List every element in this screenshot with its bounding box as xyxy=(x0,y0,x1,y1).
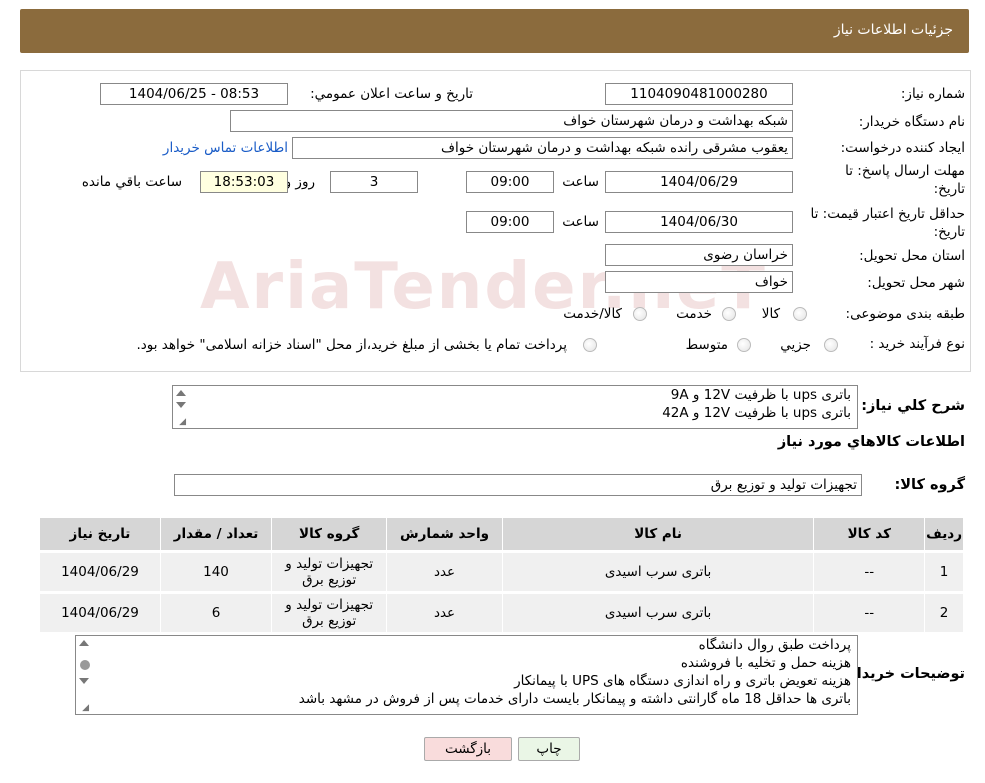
cell-unit: عدد xyxy=(386,592,503,635)
goods-group-label: گروه کالا: xyxy=(894,477,965,493)
table-row[interactable]: 1 -- باتری سرب اسیدی عدد تجهیزات تولید و… xyxy=(39,551,964,594)
category-radio-both[interactable] xyxy=(633,307,647,321)
cell-row: 2 xyxy=(924,592,964,635)
need-number-label: شماره نیاز: xyxy=(900,86,965,102)
requester-field[interactable]: يعقوب مشرقی رانده شبکه بهداشت و درمان شه… xyxy=(292,137,793,159)
buyer-note-line: هزینه حمل و تخلیه با فروشنده xyxy=(680,655,851,671)
process-radio-treasury[interactable] xyxy=(583,338,597,352)
cell-date: 1404/06/29 xyxy=(39,551,161,594)
validity-date-field[interactable]: 1404/06/30 xyxy=(605,211,793,233)
resize-grip-icon[interactable]: ◢ xyxy=(79,704,89,713)
process-label: نوع فرآيند خريد : xyxy=(869,336,965,352)
buyer-note-line: پرداخت طبق روال دانشگاه xyxy=(698,637,851,653)
buyer-notes-textarea[interactable]: ◢ پرداخت طبق روال دانشگاه هزینه حمل و تخ… xyxy=(75,635,858,715)
validity-label-2: تاريخ: xyxy=(933,224,965,240)
buyer-org-field[interactable]: شبکه بهداشت و درمان شهرستان خواف xyxy=(230,110,793,132)
days-label: روز و xyxy=(284,174,315,190)
deadline-time-field[interactable]: 09:00 xyxy=(466,171,554,193)
description-textarea[interactable]: ◢ باتری ups با ظرفیت 12V و 9A باتری ups … xyxy=(172,385,858,429)
deadline-label: مهلت ارسال پاسخ: تا xyxy=(845,163,965,179)
cell-date: 1404/06/29 xyxy=(39,592,161,635)
need-number-field[interactable]: 1104090481000280 xyxy=(605,83,793,105)
cell-group: تجهیزات تولید و توزیع برق xyxy=(271,551,388,594)
category-option-both: کالا/خدمت xyxy=(563,306,622,322)
city-label: شهر محل تحويل: xyxy=(867,275,965,291)
col-name: نام کالا xyxy=(501,517,815,553)
requester-label: ایجاد کننده درخواست: xyxy=(840,140,965,156)
cell-qty: 6 xyxy=(159,592,273,635)
cell-row: 1 xyxy=(924,551,964,594)
print-button[interactable]: چاپ xyxy=(518,737,580,761)
province-label: استان محل تحويل: xyxy=(859,248,965,264)
process-radio-medium[interactable] xyxy=(737,338,751,352)
buyer-org-label: نام دستگاه خريدار: xyxy=(858,114,965,130)
category-option-service: خدمت xyxy=(676,306,712,322)
cell-code: -- xyxy=(813,592,926,635)
city-field[interactable]: خواف xyxy=(605,271,793,293)
buyer-contact-link[interactable]: اطلاعات تماس خریدار xyxy=(163,140,288,156)
process-option-medium: متوسط xyxy=(685,337,728,353)
page-header: جزئیات اطلاعات نیاز xyxy=(20,9,969,53)
col-qty: تعداد / مقدار xyxy=(159,517,273,553)
buyer-note-line: هزینه تعویض باتری و راه اندازی دستگاه ها… xyxy=(514,673,851,689)
announce-field[interactable]: 1404/06/25 - 08:53 xyxy=(100,83,288,105)
category-label: طبقه بندی موضوعی: xyxy=(845,306,965,322)
process-option-minor: جزيي xyxy=(780,337,811,353)
description-line: باتری ups با ظرفیت 12V و 42A xyxy=(662,405,851,421)
cell-group: تجهیزات تولید و توزیع برق xyxy=(271,592,388,635)
back-button[interactable]: بازگشت xyxy=(424,737,512,761)
table-row[interactable]: 2 -- باتری سرب اسیدی عدد تجهیزات تولید و… xyxy=(39,592,964,635)
description-label: شرح کلي نياز: xyxy=(861,398,965,414)
remaining-time-field[interactable]: 18:53:03 xyxy=(200,171,288,193)
cell-name: باتری سرب اسیدی xyxy=(501,551,815,594)
announce-label: تاریخ و ساعت اعلان عمومي: xyxy=(310,86,473,102)
category-radio-goods[interactable] xyxy=(793,307,807,321)
buyer-notes-scrollbar[interactable]: ◢ xyxy=(76,636,92,714)
items-table: رديف کد کالا نام کالا واحد شمارش گروه کا… xyxy=(39,517,964,635)
scroll-down-icon[interactable] xyxy=(176,402,186,408)
validity-time-field[interactable]: 09:00 xyxy=(466,211,554,233)
col-row: رديف xyxy=(924,517,964,553)
days-field[interactable]: 3 xyxy=(330,171,418,193)
cell-name: باتری سرب اسیدی xyxy=(501,592,815,635)
province-field[interactable]: خراسان رضوی xyxy=(605,244,793,266)
description-scrollbar[interactable]: ◢ xyxy=(173,386,189,428)
col-unit: واحد شمارش xyxy=(386,517,503,553)
validity-label: حداقل تاريخ اعتبار قيمت: تا xyxy=(810,206,965,222)
table-header-row: رديف کد کالا نام کالا واحد شمارش گروه کا… xyxy=(39,517,964,553)
col-date: تاریخ نیاز xyxy=(39,517,161,553)
process-note: پرداخت تمام يا بخشی از مبلغ خريد،از محل … xyxy=(136,337,567,353)
scroll-thumb[interactable] xyxy=(80,660,90,670)
goods-group-field[interactable]: تجهیزات تولید و توزیع برق xyxy=(174,474,862,496)
goods-section-title: اطلاعات کالاهاي مورد نياز xyxy=(777,434,965,450)
scroll-up-icon[interactable] xyxy=(79,640,89,646)
deadline-time-label: ساعت xyxy=(562,174,599,190)
scroll-up-icon[interactable] xyxy=(176,390,186,396)
category-option-goods: کالا xyxy=(761,306,780,322)
page-title: جزئیات اطلاعات نیاز xyxy=(833,22,953,38)
col-group: گروه کالا xyxy=(271,517,388,553)
scroll-down-icon[interactable] xyxy=(79,678,89,684)
col-code: کد کالا xyxy=(813,517,926,553)
validity-time-label: ساعت xyxy=(562,214,599,230)
resize-grip-icon[interactable]: ◢ xyxy=(176,418,186,427)
deadline-label-2: تاريخ: xyxy=(933,181,965,197)
category-radio-service[interactable] xyxy=(722,307,736,321)
description-line: باتری ups با ظرفیت 12V و 9A xyxy=(670,387,851,403)
remaining-label: ساعت باقي مانده xyxy=(81,174,182,190)
cell-qty: 140 xyxy=(159,551,273,594)
cell-unit: عدد xyxy=(386,551,503,594)
deadline-date-field[interactable]: 1404/06/29 xyxy=(605,171,793,193)
process-radio-minor[interactable] xyxy=(824,338,838,352)
cell-code: -- xyxy=(813,551,926,594)
buyer-notes-label: توضیحات خریدار: xyxy=(842,666,965,682)
buyer-note-line: باتری ها حداقل 18 ماه گارانتی داشته و پی… xyxy=(298,691,851,707)
